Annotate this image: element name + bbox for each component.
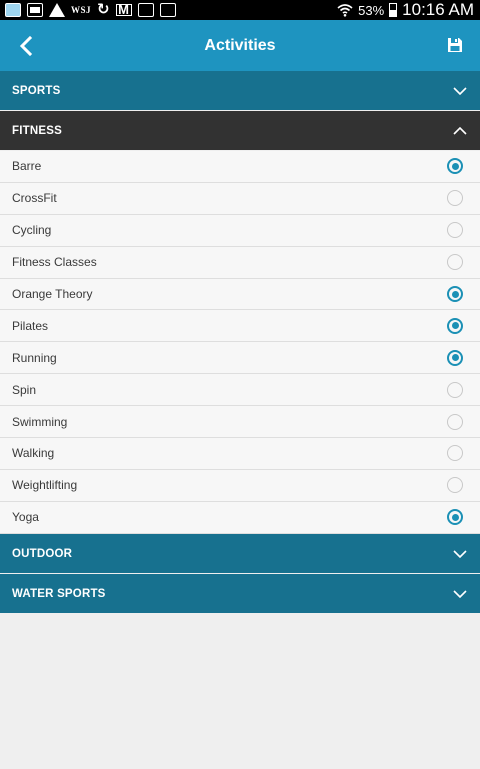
radio-unselected-icon[interactable] (447, 413, 463, 430)
section-fitness[interactable]: FITNESS (0, 111, 480, 150)
list-item[interactable]: Running (0, 342, 480, 375)
section-outdoor-label: OUTDOOR (12, 547, 73, 560)
radio-selected-icon[interactable] (447, 317, 463, 334)
section-outdoor[interactable]: OUTDOOR (0, 534, 480, 573)
list-item[interactable]: CrossFit (0, 182, 480, 215)
chevron-down-icon (452, 588, 468, 600)
list-item[interactable]: Walking (0, 438, 480, 470)
chevron-down-icon (452, 85, 468, 97)
section-water-sports-label: WATER SPORTS (12, 587, 106, 600)
battery-percent: 53% (358, 2, 385, 18)
gallery-notification-icon (27, 3, 43, 17)
section-sports[interactable]: SPORTS (0, 71, 480, 110)
radio-unselected-icon[interactable] (447, 222, 463, 239)
activity-label: Spin (12, 382, 37, 397)
activity-label: Orange Theory (12, 287, 93, 301)
activity-label: Yoga (12, 510, 39, 525)
app-bar: Activities (0, 20, 480, 71)
activity-label: Pilates (12, 318, 49, 333)
section-fitness-label: FITNESS (12, 124, 62, 137)
activity-label: CrossFit (12, 191, 57, 206)
list-item[interactable]: Barre (0, 151, 480, 183)
radio-selected-icon[interactable] (447, 286, 463, 302)
activity-label: Walking (12, 446, 55, 461)
radio-unselected-icon[interactable] (447, 445, 463, 462)
app-notification-icon (5, 3, 21, 17)
chevron-left-icon (19, 36, 33, 56)
radio-selected-icon[interactable] (447, 509, 463, 526)
list-item[interactable]: Cycling (0, 214, 480, 247)
battery-icon (389, 3, 398, 17)
sync-icon: ↻ (97, 1, 110, 18)
warning-icon (49, 3, 65, 17)
wsj-notification-label: WSJ (71, 5, 92, 15)
status-bar: WSJ ↻ M 53% 10:16 AM (0, 0, 480, 20)
section-water-sports[interactable]: WATER SPORTS (0, 574, 480, 613)
system-icons: 53% 10:16 AM (337, 0, 474, 20)
activity-label: Barre (12, 159, 42, 174)
radio-selected-icon[interactable] (447, 158, 463, 175)
activity-label: Fitness Classes (12, 255, 97, 270)
gmail-icon: M (115, 3, 132, 16)
floppy-disk-icon (448, 38, 462, 52)
fitness-activity-list: Barre CrossFit Cycling Fitness Classes Orang… (0, 151, 480, 534)
page-title: Activities (204, 36, 276, 54)
save-button[interactable] (444, 34, 466, 56)
radio-unselected-icon[interactable] (447, 190, 463, 207)
list-item[interactable]: Spin (0, 374, 480, 407)
clock: 10:16 AM (402, 0, 474, 19)
radio-unselected-icon[interactable] (447, 477, 463, 494)
radio-unselected-icon[interactable] (447, 254, 463, 271)
wifi-icon (337, 4, 353, 17)
list-item[interactable]: Swimming (0, 406, 480, 439)
radio-unselected-icon[interactable] (447, 381, 463, 398)
activity-label: Swimming (12, 414, 68, 429)
chevron-up-icon (452, 125, 468, 137)
chevron-down-icon (452, 548, 468, 560)
back-button[interactable] (12, 32, 40, 60)
list-item[interactable]: Fitness Classes (0, 246, 480, 279)
list-item[interactable]: Orange Theory (0, 278, 480, 311)
radio-selected-icon[interactable] (447, 349, 463, 366)
list-item[interactable]: Yoga (0, 501, 480, 534)
activity-label: Cycling (12, 223, 52, 238)
activity-label: Weightlifting (12, 478, 78, 493)
message-icon (137, 3, 154, 17)
activity-label: Running (12, 350, 57, 365)
list-item[interactable]: Weightlifting (0, 469, 480, 502)
calendar-check-icon (159, 3, 176, 17)
notification-icons: WSJ ↻ M (5, 1, 176, 18)
section-sports-label: SPORTS (12, 84, 61, 97)
list-item[interactable]: Pilates (0, 310, 480, 343)
